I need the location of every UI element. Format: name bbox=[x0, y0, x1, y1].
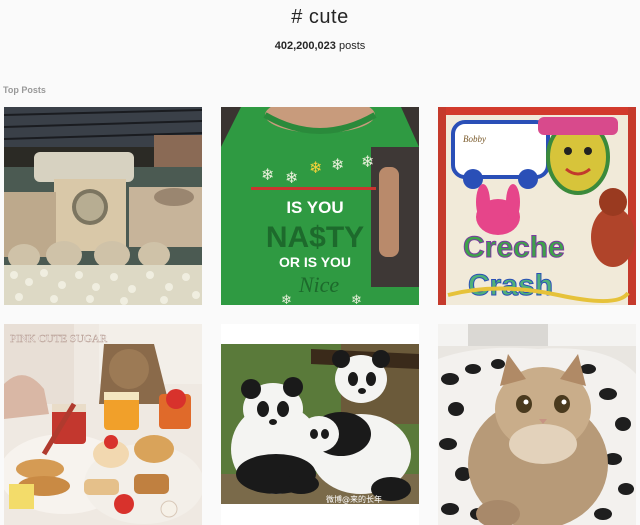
shirt-line-1: IS YOU bbox=[286, 198, 343, 217]
top-posts-label: Top Posts bbox=[3, 85, 46, 95]
svg-text:❄: ❄ bbox=[261, 165, 274, 184]
top-posts-grid: ❄ ❄ ❄ ❄ ❄ IS YOU NA$TY OR IS YOU Nice ❄ … bbox=[0, 107, 640, 525]
post-thumbnail-2[interactable]: ❄ ❄ ❄ ❄ ❄ IS YOU NA$TY OR IS YOU Nice ❄ … bbox=[221, 107, 419, 305]
post-count: 402,200,023 posts bbox=[0, 40, 640, 52]
shirt-line-3: OR IS YOU bbox=[279, 254, 351, 270]
svg-text:❄: ❄ bbox=[361, 152, 374, 171]
svg-text:❄: ❄ bbox=[331, 155, 344, 174]
drawing-text-1: Bobby bbox=[463, 134, 486, 144]
tshirt-image: ❄ ❄ ❄ ❄ ❄ IS YOU NA$TY OR IS YOU Nice ❄ … bbox=[221, 107, 419, 305]
pandas-image: 微博@来的长年 bbox=[221, 324, 419, 525]
svg-text:❄: ❄ bbox=[309, 158, 322, 177]
post-count-suffix: posts bbox=[335, 40, 366, 52]
hashtag-title: # cute bbox=[291, 6, 349, 28]
svg-text:❄: ❄ bbox=[281, 293, 292, 305]
post-thumbnail-3[interactable]: Bobby Creche Crash bbox=[438, 107, 636, 305]
shirt-line-4: Nice bbox=[298, 272, 340, 297]
post-thumbnail-4[interactable]: PINK CUTE SUGAR bbox=[4, 324, 202, 525]
post-thumbnail-6[interactable] bbox=[438, 324, 636, 525]
watermark-text: PINK CUTE SUGAR bbox=[10, 333, 108, 345]
miniature-food-image: PINK CUTE SUGAR bbox=[4, 324, 202, 525]
drawing-image: Bobby Creche Crash bbox=[438, 107, 636, 305]
hamster-cage-image bbox=[4, 107, 202, 305]
pandas-caption: 微博@来的长年 bbox=[326, 494, 382, 504]
drawing-text-2: Creche bbox=[463, 231, 565, 264]
post-thumbnail-1[interactable] bbox=[4, 107, 202, 305]
svg-text:❄: ❄ bbox=[285, 168, 298, 187]
drawing-text-3: Crash bbox=[468, 269, 553, 302]
shirt-line-2: NA$TY bbox=[266, 221, 364, 254]
post-thumbnail-5[interactable]: 微博@来的长年 bbox=[221, 324, 419, 525]
cat-image bbox=[438, 324, 636, 525]
post-count-number: 402,200,023 bbox=[274, 40, 336, 52]
svg-text:❄: ❄ bbox=[351, 293, 362, 305]
hashtag-header: # cute 402,200,023 posts bbox=[0, 0, 640, 70]
